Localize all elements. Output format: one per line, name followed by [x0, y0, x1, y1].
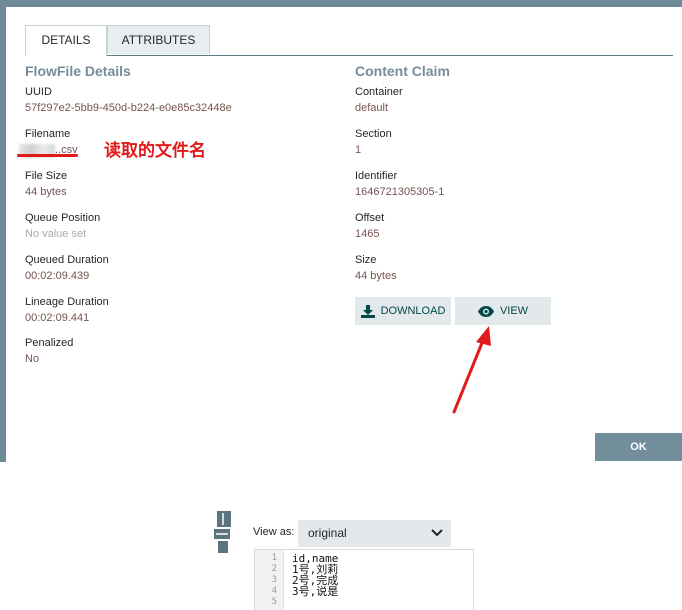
- penalized-value: No: [25, 353, 40, 365]
- identifier-label: Identifier: [355, 170, 398, 182]
- tab-bar: DETAILS ATTRIBUTES: [25, 25, 673, 56]
- queued-duration-value: 00:02:09.439: [25, 270, 90, 282]
- view-as-selected: original: [308, 526, 347, 540]
- line-number-gutter: 1 2 3 4 5: [255, 550, 284, 610]
- chevron-down-icon: [431, 529, 443, 537]
- offset-label: Offset: [355, 212, 385, 224]
- download-button[interactable]: DOWNLOAD: [355, 297, 451, 325]
- section-value: 1: [355, 144, 362, 156]
- annotation-underline: [17, 154, 78, 157]
- flowfile-details-title: FlowFile Details: [25, 63, 131, 79]
- download-icon: [360, 304, 375, 318]
- queue-position-label: Queue Position: [25, 212, 101, 224]
- content-editor[interactable]: 1 2 3 4 5 id,name 1号,刘莉 2号,完成 3号,说是: [254, 549, 474, 610]
- filename-label: Filename: [25, 128, 71, 140]
- uuid-label: UUID: [25, 86, 52, 98]
- size-value: 44 bytes: [355, 270, 397, 282]
- nifi-logo-icon: [214, 511, 231, 553]
- queued-duration-label: Queued Duration: [25, 254, 109, 266]
- container-value: default: [355, 102, 389, 114]
- tab-attributes[interactable]: ATTRIBUTES: [107, 25, 210, 54]
- code-line: 3号,说是: [292, 585, 339, 598]
- view-as-label: View as:: [253, 526, 295, 538]
- eye-icon: [477, 305, 494, 317]
- offset-value: 1465: [355, 228, 380, 240]
- identifier-value: 1646721305305-1: [355, 186, 445, 198]
- line-number: 4: [271, 586, 277, 596]
- line-number: 2: [271, 564, 277, 574]
- penalized-label: Penalized: [25, 337, 74, 349]
- view-label: VIEW: [499, 305, 529, 317]
- dialog-top-border: [0, 0, 682, 7]
- line-number: 3: [271, 575, 277, 585]
- uuid-value: 57f297e2-5bb9-450d-b224-e0e85c32448e: [25, 102, 232, 114]
- annotation-arrow: [452, 326, 491, 414]
- tab-details[interactable]: DETAILS: [25, 25, 107, 56]
- container-label: Container: [355, 86, 403, 98]
- download-label: DOWNLOAD: [380, 305, 446, 317]
- lineage-duration-label: Lineage Duration: [25, 296, 109, 308]
- content-claim-title: Content Claim: [355, 63, 450, 79]
- lineage-duration-value: 00:02:09.441: [25, 312, 90, 324]
- file-size-value: 44 bytes: [25, 186, 67, 198]
- file-size-label: File Size: [25, 170, 68, 182]
- line-number: 5: [271, 597, 277, 607]
- line-number: 1: [271, 553, 277, 563]
- ok-button[interactable]: OK: [595, 433, 682, 461]
- view-as-select[interactable]: original: [298, 520, 451, 547]
- queue-position-value: No value set: [25, 228, 87, 240]
- filename-annotation: 读取的文件名: [104, 141, 206, 160]
- size-label: Size: [355, 254, 377, 266]
- section-label: Section: [355, 128, 392, 140]
